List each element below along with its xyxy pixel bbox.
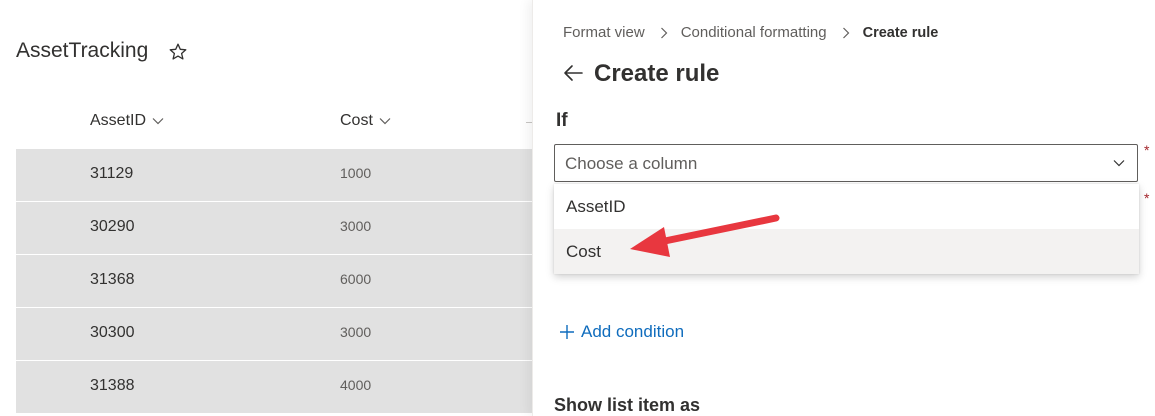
option-label: AssetID [566, 197, 626, 216]
column-header-row: AssetID Cost [0, 108, 532, 136]
breadcrumb-create-rule: Create rule [862, 24, 939, 41]
chevron-right-icon [842, 27, 849, 38]
table-row[interactable]: 31388 4000 [16, 361, 532, 414]
list-rows: 31129 1000 30290 3000 31368 6000 30300 3… [16, 149, 532, 414]
asset-id-cell: 30300 [90, 324, 135, 341]
breadcrumb-format-view[interactable]: Format view [563, 24, 645, 41]
cost-cell: 3000 [340, 324, 372, 340]
annotation-arrow-icon [630, 214, 780, 257]
breadcrumb-conditional-formatting[interactable]: Conditional formatting [681, 24, 827, 41]
asset-id-cell: 31368 [90, 271, 135, 288]
column-header-cost[interactable]: Cost [340, 112, 391, 130]
chevron-right-icon [660, 27, 668, 38]
cost-cell: 1000 [340, 165, 372, 181]
option-label: Cost [566, 242, 601, 261]
cost-cell: 4000 [340, 377, 372, 393]
chevron-down-icon [1113, 160, 1125, 167]
arrow-left-icon[interactable] [562, 62, 584, 84]
cost-cell: 3000 [340, 218, 372, 234]
asset-id-cell: 31129 [90, 165, 134, 182]
list-view: AssetTracking AssetID Cost 31129 1000 30… [0, 0, 532, 416]
star-icon[interactable] [168, 42, 188, 62]
column-header-label: AssetID [90, 112, 147, 129]
add-condition-button[interactable]: Add condition [559, 322, 684, 342]
table-row[interactable]: 30300 3000 [16, 308, 532, 361]
table-row[interactable]: 30290 3000 [16, 202, 532, 255]
chevron-down-icon [152, 118, 164, 125]
table-row[interactable]: 31368 6000 [16, 255, 532, 308]
cost-cell: 6000 [340, 271, 372, 287]
column-select[interactable]: Choose a column [554, 144, 1138, 182]
table-row[interactable]: 31129 1000 [16, 149, 532, 202]
column-select-placeholder: Choose a column [565, 154, 698, 173]
breadcrumb: Format view Conditional formatting Creat… [563, 24, 938, 41]
column-header-label: Cost [340, 112, 373, 129]
required-marker: * [1144, 142, 1150, 158]
column-header-assetid[interactable]: AssetID [90, 112, 164, 130]
required-marker: * [1144, 190, 1150, 206]
plus-icon [560, 325, 574, 339]
if-label: If [556, 110, 568, 131]
add-condition-label: Add condition [581, 322, 685, 341]
show-list-item-as-heading: Show list item as [554, 395, 701, 415]
list-title: AssetTracking [16, 39, 149, 62]
asset-id-cell: 30290 [90, 218, 135, 235]
chevron-down-icon [379, 118, 391, 125]
panel-title: Create rule [594, 60, 720, 87]
asset-id-cell: 31388 [90, 377, 135, 394]
